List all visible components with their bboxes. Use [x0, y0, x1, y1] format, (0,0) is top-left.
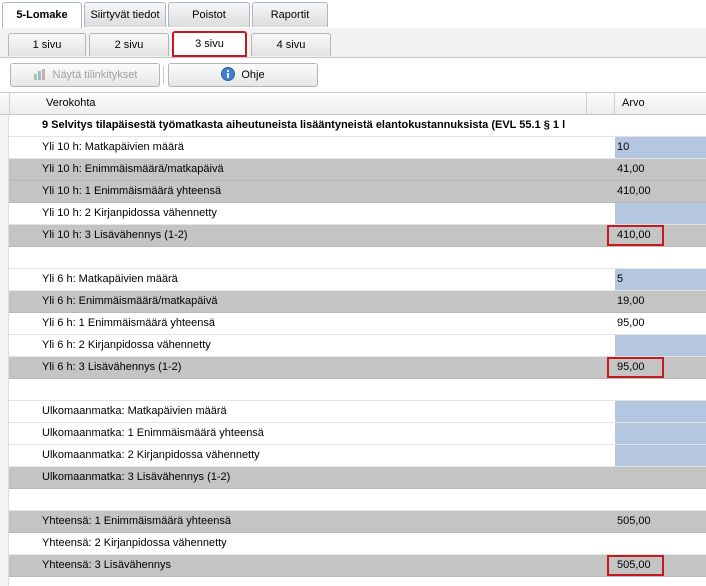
spacer-row	[9, 379, 706, 401]
value-cell: 95,00	[607, 357, 664, 378]
table-row: Yli 10 h: 3 Lisävähennys (1-2) 410,00	[9, 225, 706, 247]
header-separator	[586, 93, 587, 114]
editable-value-cell[interactable]	[615, 423, 706, 444]
column-header-arvo[interactable]: Arvo	[622, 93, 645, 114]
toolbar: Näytä tilinkitykset Ohje	[0, 58, 706, 92]
row-label: 9 Selvitys tilapäisestä työmatkasta aihe…	[42, 119, 566, 131]
tab-poistot[interactable]: Poistot	[168, 2, 250, 27]
table-row: Yli 6 h: 3 Lisävähennys (1-2) 95,00	[9, 357, 706, 379]
row-label: Ulkomaanmatka: Matkapäivien määrä	[42, 405, 227, 417]
row-indicator-strip	[0, 115, 9, 586]
table-row: Yhteensä: 3 Lisävähennys 505,00	[9, 555, 706, 577]
row-label: Yli 10 h: Matkapäivien määrä	[42, 141, 184, 153]
row-label: Yli 6 h: Matkapäivien määrä	[42, 273, 178, 285]
row-label: Ulkomaanmatka: 1 Enimmäismäärä yhteensä	[42, 427, 264, 439]
table-row: Yli 6 h: Enimmäismäärä/matkapäivä 19,00	[9, 291, 706, 313]
table-row: Ulkomaanmatka: 3 Lisävähennys (1-2)	[9, 467, 706, 489]
main-tab-strip: 5-Lomake Siirtyvät tiedot Poistot Raport…	[0, 0, 706, 29]
table-row: Yli 6 h: 1 Enimmäismäärä yhteensä 95,00	[9, 313, 706, 335]
help-button[interactable]: Ohje	[168, 63, 318, 87]
row-label: Yli 10 h: 2 Kirjanpidossa vähennetty	[42, 207, 217, 219]
row-label: Yhteensä: 2 Kirjanpidossa vähennetty	[42, 537, 227, 549]
tab-1-sivu[interactable]: 1 sivu	[8, 33, 86, 56]
section-heading-row: 9 Selvitys tilapäisestä työmatkasta aihe…	[9, 115, 706, 137]
row-label: Yli 10 h: 3 Lisävähennys (1-2)	[42, 229, 188, 241]
editable-value-cell[interactable]	[615, 401, 706, 422]
value-cell	[615, 533, 706, 554]
tab-4-sivu[interactable]: 4 sivu	[251, 33, 331, 56]
editable-value-cell[interactable]	[615, 445, 706, 466]
table-row: Yhteensä: 2 Kirjanpidossa vähennetty	[9, 533, 706, 555]
table-row: Yli 10 h: 1 Enimmäismäärä yhteensä 410,00	[9, 181, 706, 203]
value-cell: 410,00	[607, 225, 664, 246]
row-label: Ulkomaanmatka: 2 Kirjanpidossa vähennett…	[42, 449, 260, 461]
row-label	[42, 489, 587, 510]
row-label	[42, 379, 587, 400]
header-separator	[614, 93, 615, 114]
show-accounts-button[interactable]: Näytä tilinkitykset	[10, 63, 160, 87]
row-label: Yhteensä: 3 Lisävähennys	[42, 559, 172, 571]
help-label: Ohje	[241, 69, 265, 81]
row-label: Yli 6 h: 3 Lisävähennys (1-2)	[42, 361, 182, 373]
chart-icon	[33, 68, 47, 83]
table-row: Yli 10 h: Matkapäivien määrä 10	[9, 137, 706, 159]
info-icon	[221, 66, 236, 84]
value-cell: 41,00	[617, 163, 645, 175]
editable-value-cell[interactable]	[615, 335, 706, 356]
value-cell	[615, 467, 706, 488]
table-row: Ulkomaanmatka: 2 Kirjanpidossa vähennett…	[9, 445, 706, 467]
table-row: Ulkomaanmatka: 1 Enimmäismäärä yhteensä	[9, 423, 706, 445]
value-cell: 505,00	[617, 515, 651, 527]
table-row: Yli 10 h: Enimmäismäärä/matkapäivä 41,00	[9, 159, 706, 181]
grid-body: 9 Selvitys tilapäisestä työmatkasta aihe…	[9, 115, 706, 577]
tab-5-lomake[interactable]: 5-Lomake	[2, 2, 82, 29]
editable-value-cell[interactable]: 5	[615, 269, 706, 290]
value-cell: 19,00	[617, 295, 645, 307]
spacer-row	[9, 247, 706, 269]
row-label: Yli 10 h: Enimmäismäärä/matkapäivä	[42, 163, 224, 175]
sub-tab-strip: 1 sivu 2 sivu 3 sivu 4 sivu	[0, 28, 706, 58]
editable-value-cell[interactable]	[615, 203, 706, 224]
table-row: Yli 6 h: 2 Kirjanpidossa vähennetty	[9, 335, 706, 357]
table-row: Yli 6 h: Matkapäivien määrä 5	[9, 269, 706, 291]
value-cell: 410,00	[617, 185, 651, 197]
column-header-verokohta[interactable]: Verokohta	[46, 93, 96, 114]
row-label	[42, 247, 587, 268]
spacer-row	[9, 489, 706, 511]
row-label: Ulkomaanmatka: 3 Lisävähennys (1-2)	[42, 471, 231, 483]
editable-value-cell[interactable]: 10	[615, 137, 706, 158]
tab-siirtyvat-tiedot[interactable]: Siirtyvät tiedot	[84, 2, 166, 27]
grid-header: Verokohta Arvo	[0, 92, 706, 115]
table-row: Ulkomaanmatka: Matkapäivien määrä	[9, 401, 706, 423]
row-label: Yli 10 h: 1 Enimmäismäärä yhteensä	[42, 185, 222, 197]
row-label: Yli 6 h: 1 Enimmäismäärä yhteensä	[42, 317, 216, 329]
header-separator	[9, 93, 10, 114]
row-label: Yli 6 h: 2 Kirjanpidossa vähennetty	[42, 339, 211, 351]
value-cell: 505,00	[607, 555, 664, 576]
tab-2-sivu[interactable]: 2 sivu	[89, 33, 169, 56]
row-label: Yhteensä: 1 Enimmäismäärä yhteensä	[42, 515, 231, 527]
table-row: Yli 10 h: 2 Kirjanpidossa vähennetty	[9, 203, 706, 225]
value-cell: 95,00	[617, 317, 645, 329]
table-row: Yhteensä: 1 Enimmäismäärä yhteensä 505,00	[9, 511, 706, 533]
tab-raportit[interactable]: Raportit	[252, 2, 328, 27]
tab-3-sivu[interactable]: 3 sivu	[172, 31, 247, 57]
toolbar-separator	[163, 66, 164, 84]
row-label: Yli 6 h: Enimmäismäärä/matkapäivä	[42, 295, 218, 307]
show-accounts-label: Näytä tilinkitykset	[52, 69, 138, 81]
